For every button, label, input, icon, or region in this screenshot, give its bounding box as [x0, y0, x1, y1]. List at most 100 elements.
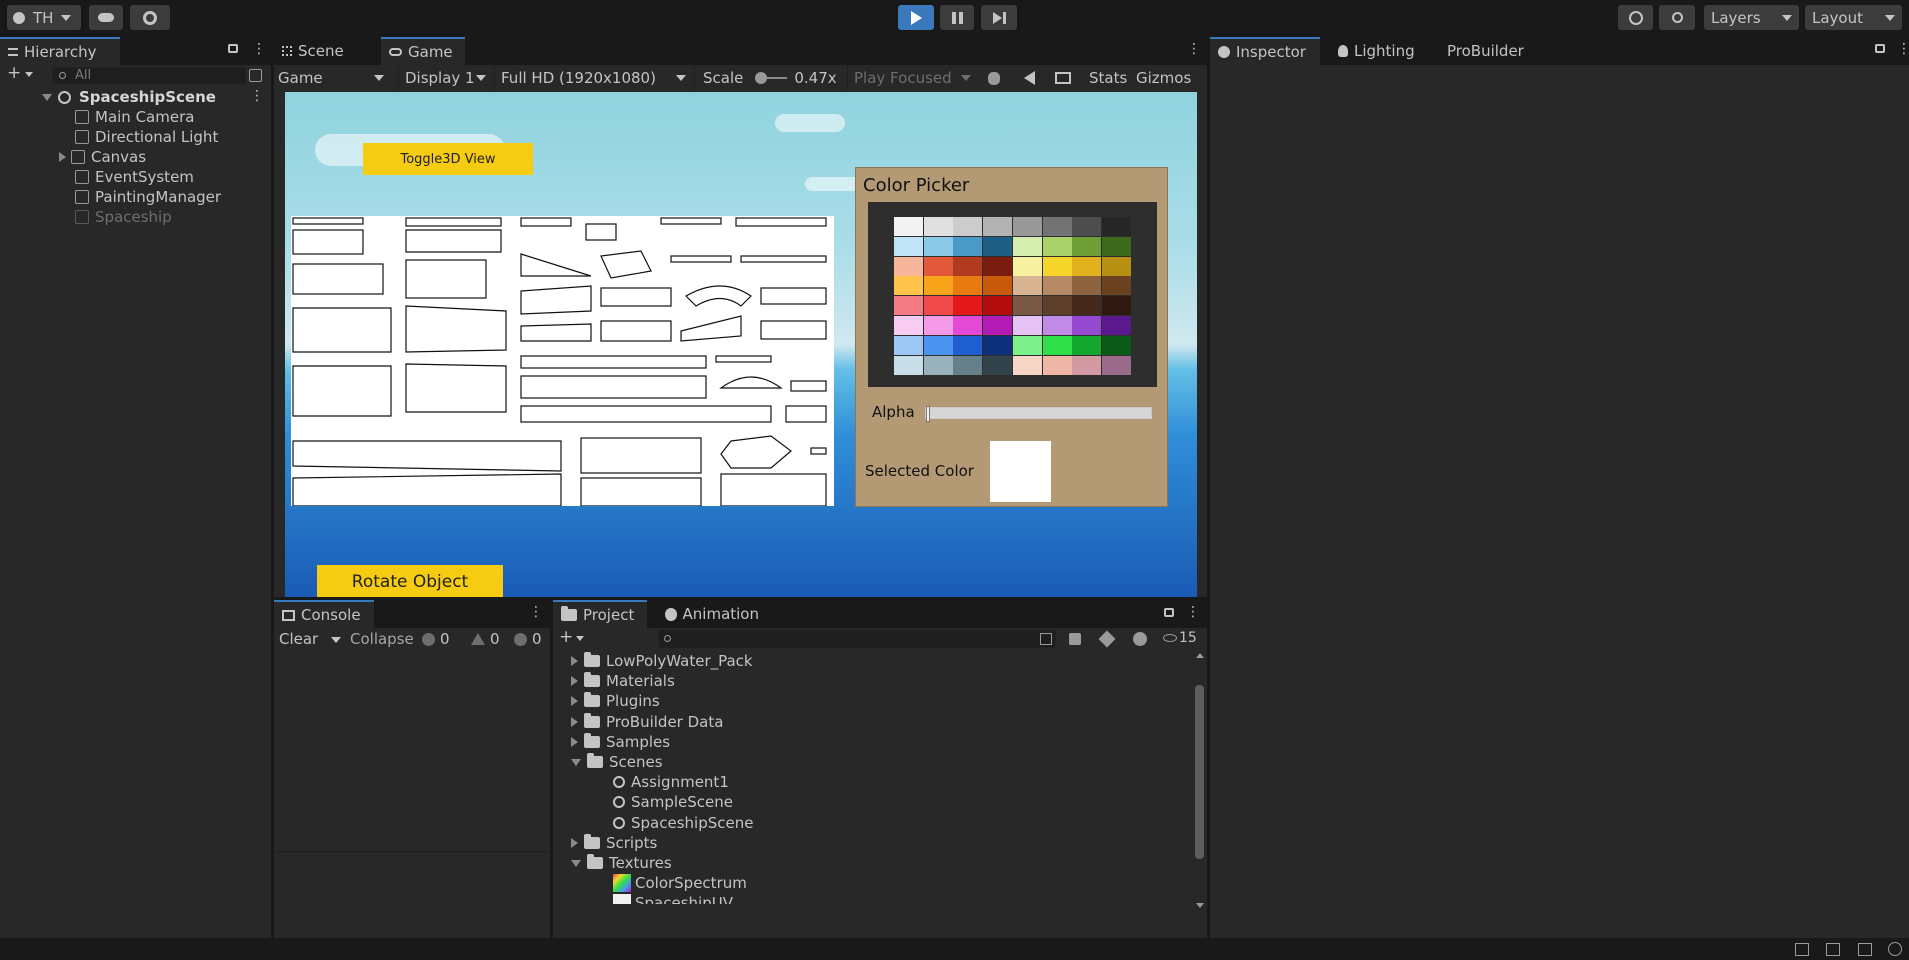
- color-swatch[interactable]: [1012, 355, 1042, 375]
- project-folder[interactable]: Scenes: [571, 752, 663, 772]
- project-search-input[interactable]: [658, 630, 1056, 648]
- color-swatch[interactable]: [894, 236, 923, 256]
- scale-slider-thumb[interactable]: [754, 72, 767, 84]
- color-swatch[interactable]: [953, 296, 983, 316]
- color-swatch[interactable]: [923, 236, 953, 256]
- color-swatch[interactable]: [1072, 316, 1102, 335]
- cloud-button[interactable]: [89, 5, 123, 30]
- scroll-down-icon[interactable]: [1196, 903, 1204, 908]
- cache-icon[interactable]: [1826, 943, 1840, 956]
- pause-button[interactable]: [940, 5, 974, 30]
- tab-console[interactable]: Console: [274, 600, 374, 628]
- color-swatch[interactable]: [923, 355, 953, 375]
- collab-button[interactable]: [130, 5, 170, 30]
- color-swatch[interactable]: [1012, 296, 1042, 316]
- color-swatch[interactable]: [894, 355, 923, 375]
- project-folder[interactable]: ProBuilder Data: [571, 712, 723, 732]
- color-swatch[interactable]: [1072, 256, 1102, 276]
- hierarchy-search-input[interactable]: All: [52, 67, 246, 84]
- tab-scene[interactable]: Scene: [274, 37, 364, 65]
- warning-filter-icon[interactable]: [1133, 632, 1147, 646]
- project-folder[interactable]: Textures: [571, 853, 672, 873]
- tab-project[interactable]: Project: [553, 600, 647, 628]
- color-swatch[interactable]: [1101, 316, 1131, 335]
- layers-dropdown[interactable]: Layers: [1704, 5, 1799, 30]
- color-swatch[interactable]: [894, 276, 923, 296]
- project-folder[interactable]: Samples: [571, 732, 670, 752]
- color-swatch[interactable]: [1012, 217, 1042, 236]
- lock-icon[interactable]: [228, 44, 238, 53]
- expand-arrow-icon[interactable]: [571, 837, 578, 848]
- color-swatch[interactable]: [1012, 256, 1042, 276]
- add-icon[interactable]: +: [7, 63, 21, 83]
- color-swatch[interactable]: [923, 276, 953, 296]
- collapse-arrow-icon[interactable]: [571, 758, 581, 766]
- color-swatch[interactable]: [923, 335, 953, 355]
- history-button[interactable]: [1618, 5, 1653, 30]
- color-swatch[interactable]: [1042, 335, 1072, 355]
- color-swatch[interactable]: [1042, 296, 1072, 316]
- color-swatch[interactable]: [1072, 355, 1102, 375]
- tab-hierarchy[interactable]: Hierarchy: [0, 37, 120, 65]
- audio-icon[interactable]: [1024, 71, 1035, 85]
- color-swatch[interactable]: [923, 256, 953, 276]
- hidden-packages-toggle[interactable]: 15: [1163, 630, 1197, 646]
- project-asset[interactable]: SampleScene: [613, 792, 733, 812]
- stats-grid-icon[interactable]: [1055, 72, 1071, 84]
- chevron-down-icon[interactable]: [25, 72, 33, 77]
- expand-arrow-icon[interactable]: [571, 656, 578, 666]
- color-swatch[interactable]: [1042, 256, 1072, 276]
- color-swatch[interactable]: [1101, 276, 1131, 296]
- color-swatch[interactable]: [983, 256, 1013, 276]
- color-swatch[interactable]: [923, 316, 953, 335]
- color-swatch[interactable]: [1072, 335, 1102, 355]
- collapse-toggle[interactable]: Collapse: [350, 630, 414, 648]
- color-swatch[interactable]: [894, 335, 923, 355]
- color-palette[interactable]: [894, 217, 1132, 375]
- color-swatch[interactable]: [983, 316, 1013, 335]
- color-swatch[interactable]: [1101, 217, 1131, 236]
- project-asset[interactable]: SpaceshipScene: [613, 813, 753, 833]
- progress-icon[interactable]: [1795, 943, 1809, 956]
- hierarchy-item[interactable]: Directional Light: [75, 127, 218, 147]
- color-swatch[interactable]: [953, 217, 983, 236]
- scene-visibility-icon[interactable]: [249, 69, 262, 82]
- scroll-up-icon[interactable]: [1196, 653, 1204, 658]
- gizmos-button[interactable]: Gizmos: [1136, 65, 1191, 91]
- debug-icon[interactable]: [1858, 943, 1872, 956]
- color-swatch[interactable]: [953, 236, 983, 256]
- color-swatch[interactable]: [894, 217, 923, 236]
- more-icon[interactable]: ⋮: [252, 41, 266, 57]
- label-filter-icon[interactable]: [1098, 630, 1116, 648]
- project-folder[interactable]: LowPolyWater_Pack: [571, 651, 753, 671]
- color-swatch[interactable]: [953, 256, 983, 276]
- color-swatch[interactable]: [1072, 296, 1102, 316]
- color-swatch[interactable]: [1072, 276, 1102, 296]
- play-button[interactable]: [898, 5, 934, 30]
- resolution-dropdown[interactable]: Full HD (1920x1080): [494, 65, 692, 91]
- bug-icon[interactable]: [988, 72, 1000, 85]
- color-swatch[interactable]: [1042, 236, 1072, 256]
- tab-lighting[interactable]: Lighting: [1330, 37, 1426, 65]
- scene-row[interactable]: SpaceshipScene ⋮: [42, 87, 271, 107]
- lock-icon[interactable]: [1875, 44, 1885, 53]
- more-icon[interactable]: ⋮: [250, 88, 264, 104]
- alpha-slider-handle[interactable]: [926, 406, 930, 422]
- checkmark-icon[interactable]: [1888, 942, 1902, 956]
- color-swatch[interactable]: [1072, 217, 1102, 236]
- color-swatch[interactable]: [1101, 256, 1131, 276]
- project-folder[interactable]: Scripts: [571, 833, 657, 853]
- chevron-down-icon[interactable]: [576, 636, 584, 641]
- color-swatch[interactable]: [1042, 217, 1072, 236]
- color-swatch[interactable]: [1012, 335, 1042, 355]
- clear-button[interactable]: Clear: [279, 630, 318, 648]
- color-swatch[interactable]: [953, 335, 983, 355]
- hierarchy-item-inactive[interactable]: Spaceship: [75, 207, 172, 227]
- toggle-3d-view-button[interactable]: Toggle3D View: [363, 143, 533, 175]
- color-swatch[interactable]: [1012, 276, 1042, 296]
- hierarchy-item[interactable]: Canvas: [59, 147, 146, 167]
- stats-button[interactable]: Stats: [1089, 65, 1127, 91]
- alpha-slider[interactable]: [925, 406, 1152, 422]
- project-folder[interactable]: Plugins: [571, 691, 660, 711]
- info-filter[interactable]: 0: [422, 630, 450, 648]
